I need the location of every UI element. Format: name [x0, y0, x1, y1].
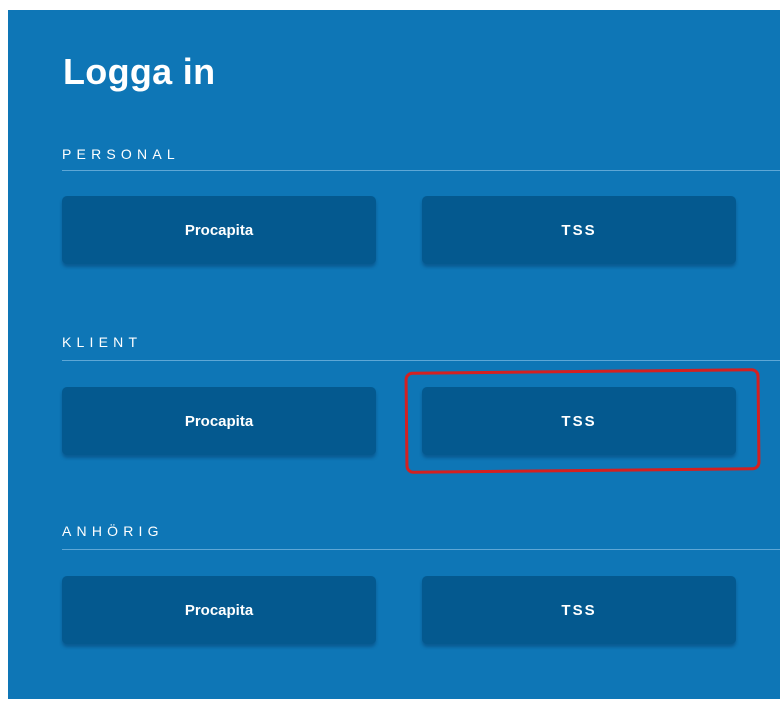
personal-tss-button[interactable]: TSS [422, 196, 736, 264]
section-label-klient: KLIENT [62, 334, 143, 350]
anhorig-procapita-button[interactable]: Procapita [62, 576, 376, 644]
login-panel: Logga in PERSONAL Procapita TSS KLIENT P… [8, 10, 780, 699]
personal-procapita-button[interactable]: Procapita [62, 196, 376, 264]
klient-tss-button[interactable]: TSS [422, 387, 736, 455]
section-divider [62, 549, 780, 550]
klient-procapita-button[interactable]: Procapita [62, 387, 376, 455]
section-label-anhorig: ANHÖRIG [62, 523, 164, 539]
section-divider [62, 170, 780, 171]
section-label-personal: PERSONAL [62, 146, 180, 162]
anhorig-tss-button[interactable]: TSS [422, 576, 736, 644]
page-title: Logga in [63, 51, 216, 92]
section-divider [62, 360, 780, 361]
